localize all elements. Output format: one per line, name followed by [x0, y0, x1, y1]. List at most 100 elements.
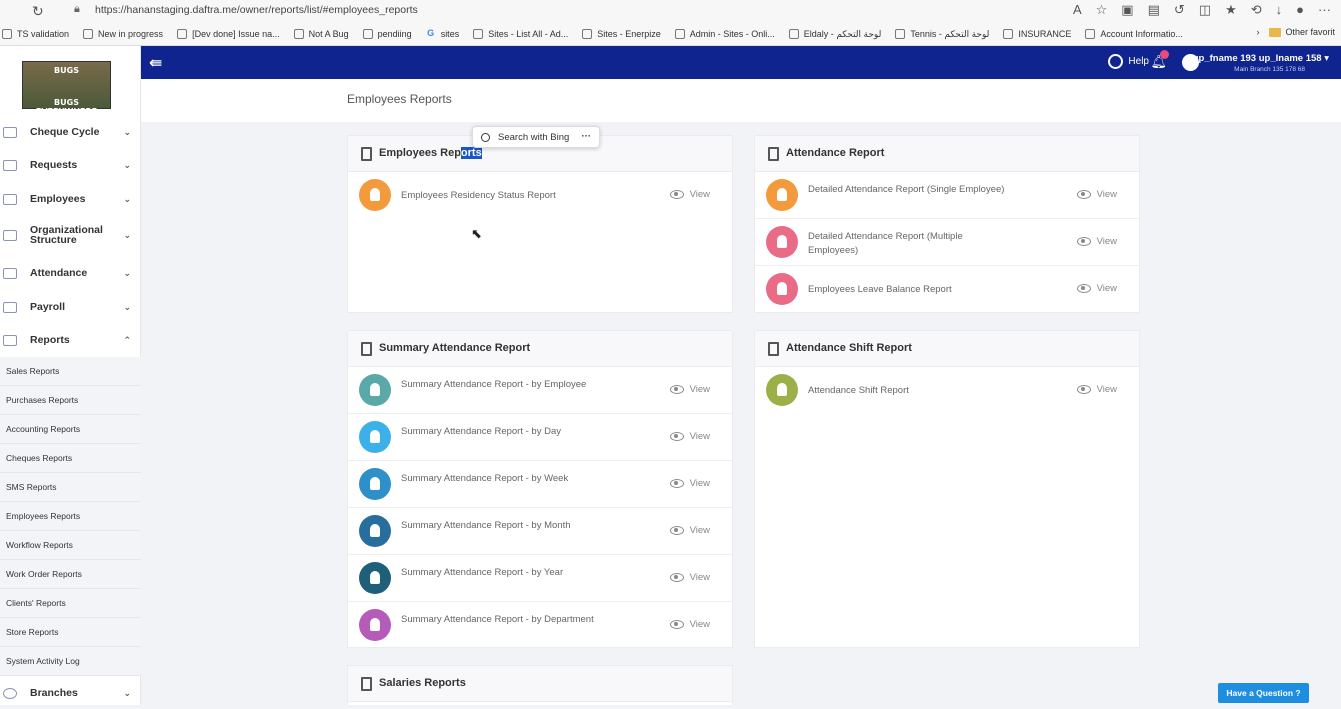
sidebar-subitem-work-order-reports[interactable]: Work Order Reports [0, 560, 141, 589]
google-icon: G [427, 28, 435, 38]
history-icon[interactable]: ⟲ [1251, 2, 1262, 18]
sidebar-item-reports[interactable]: Reports ⌃ [0, 324, 141, 356]
site-icon [1003, 29, 1014, 39]
sidebar-item-cheque-cycle[interactable]: Cheque Cycle ⌄ [0, 116, 141, 148]
mouse-cursor-icon: ⬉ [471, 226, 482, 241]
bookmark[interactable]: INSURANCE [1003, 29, 1071, 39]
bookmark[interactable]: Gsites [426, 28, 459, 40]
view-link[interactable]: View [669, 384, 710, 395]
menu-toggle-icon[interactable]: ⇚ [149, 53, 162, 73]
sidebar-item-organizational-structure[interactable]: Organizational Structure ⌄ [0, 219, 141, 251]
bookmark[interactable]: Tennis - لوحة التحكم [895, 29, 989, 40]
page-icon [674, 29, 685, 39]
app-header: ⇚ Help 🔔︎ up_fname 193 up_lname 158 ▾ Ma… [141, 46, 1341, 79]
bookmark[interactable]: TS validation [2, 29, 69, 39]
chevron-up-icon: ⌃ [123, 334, 131, 345]
url-field[interactable]: https://hananstaging.daftra.me/owner/rep… [95, 4, 418, 16]
report-row[interactable]: Summary Attendance Report - by Day View [348, 414, 732, 461]
extension-icon[interactable]: ▤ [1148, 2, 1160, 18]
report-row[interactable]: Detailed Attendance Report (Multiple Emp… [755, 219, 1139, 266]
help-button[interactable]: Help [1108, 54, 1149, 69]
sidebar-subitem-employees-reports[interactable]: Employees Reports [0, 502, 141, 531]
sidebar-subitem-sms-reports[interactable]: SMS Reports [0, 473, 141, 502]
employees-reports-card: Employees Reports Employees Residency St… [347, 135, 733, 313]
report-row[interactable]: Summary Attendance Report - by Month Vie… [348, 508, 732, 555]
profile-icon[interactable]: ● [1296, 2, 1304, 18]
eye-icon [1076, 385, 1091, 394]
sidebar-subitem-system-activity-log[interactable]: System Activity Log [0, 647, 141, 676]
sidebar-subitem-store-reports[interactable]: Store Reports [0, 618, 141, 647]
view-link[interactable]: View [1076, 236, 1117, 247]
chevron-down-icon: ⌄ [123, 126, 131, 137]
sidebar-subitem-clients-reports[interactable]: Clients' Reports [0, 589, 141, 618]
bookmark[interactable]: Sites - List All - Ad... [473, 29, 568, 39]
favorite-star-icon[interactable]: ☆ [1096, 2, 1108, 18]
site-icon [1085, 29, 1096, 39]
report-row[interactable]: Employees Leave Balance Report View [755, 266, 1139, 313]
report-row[interactable]: Summary Attendance Report - by Departmen… [348, 602, 732, 649]
user-icon [766, 179, 798, 211]
sidebar-item-attendance[interactable]: Attendance ⌄ [0, 257, 141, 289]
sidebar-subitem-cheques-reports[interactable]: Cheques Reports [0, 444, 141, 473]
search-with-bing-popup[interactable]: Search with Bing ··· [472, 126, 600, 148]
cheque-icon [3, 126, 17, 138]
favorites-icon[interactable]: ★ [1225, 2, 1237, 18]
read-aloud-icon[interactable]: A [1073, 2, 1082, 18]
user-menu[interactable]: up_fname 193 up_lname 158 ▾ [1193, 53, 1329, 64]
calendar-day-icon [359, 421, 391, 453]
refresh-extension-icon[interactable]: ↺ [1174, 2, 1185, 18]
download-icon[interactable]: ↓ [1276, 2, 1283, 18]
bookmark[interactable]: Sites - Enerpize [582, 29, 661, 39]
sidebar-item-requests[interactable]: Requests ⌄ [0, 149, 141, 181]
have-a-question-button[interactable]: Have a Question ? [1218, 683, 1309, 703]
sidebar-subitem-sales-reports[interactable]: Sales Reports [0, 357, 141, 386]
sidebar-subitem-workflow-reports[interactable]: Workflow Reports [0, 531, 141, 560]
bookmark[interactable]: New in progress [83, 29, 163, 39]
view-link[interactable]: View [669, 478, 710, 489]
view-link[interactable]: View [669, 525, 710, 536]
bookmark[interactable]: [Dev done] Issue na... [177, 29, 280, 39]
view-link[interactable]: View [1076, 384, 1117, 395]
split-screen-icon[interactable]: ◫ [1199, 2, 1211, 18]
bookmark[interactable]: Admin - Sites - Onli... [674, 29, 775, 39]
view-link[interactable]: View [1076, 189, 1117, 200]
more-options-icon[interactable]: ··· [582, 131, 592, 142]
bookmark[interactable]: Account Informatio... [1085, 29, 1183, 39]
help-icon: ? [1295, 688, 1301, 698]
eye-icon [669, 432, 684, 441]
view-link[interactable]: View [1076, 283, 1117, 294]
view-link[interactable]: View [669, 619, 710, 630]
sidebar-item-branches[interactable]: Branches ⌄ [0, 677, 141, 709]
sidebar-subitem-purchases-reports[interactable]: Purchases Reports [0, 386, 141, 415]
report-row[interactable]: Summary Attendance Report - by Week View [348, 461, 732, 508]
money-icon [3, 301, 17, 313]
page-header-band [141, 79, 1341, 122]
site-icon [895, 29, 906, 39]
bookmark[interactable]: Eldaly - لوحة التحكم [788, 29, 881, 40]
report-row[interactable]: Detailed Attendance Report (Single Emplo… [755, 172, 1139, 219]
bookmark[interactable]: Not A Bug [293, 29, 349, 39]
calendar-week-icon [359, 468, 391, 500]
sidebar-item-payroll[interactable]: Payroll ⌄ [0, 291, 141, 323]
eye-icon [669, 573, 684, 582]
report-row[interactable]: Attendance Shift Report View [755, 367, 1139, 414]
chevron-right-icon[interactable]: › [1256, 27, 1259, 37]
more-menu-icon[interactable]: ··· [1318, 2, 1331, 18]
view-link[interactable]: View [669, 572, 710, 583]
users-icon [3, 193, 17, 205]
reload-icon[interactable]: ↻ [32, 3, 44, 20]
sidebar-subitem-accounting-reports[interactable]: Accounting Reports [0, 415, 141, 444]
extension-icon[interactable]: ▣ [1121, 2, 1133, 18]
report-row[interactable]: Summary Attendance Report - by Year View [348, 555, 732, 602]
bookmark[interactable]: pendiing [362, 29, 412, 39]
sidebar-item-employees[interactable]: Employees ⌄ [0, 183, 141, 215]
search-icon [481, 132, 490, 142]
other-favorites[interactable]: Other favorit [1269, 27, 1335, 38]
card-title: Employees Reports [379, 147, 482, 159]
lock-icon[interactable]: 🔒︎ [74, 3, 80, 16]
view-link[interactable]: View [669, 189, 710, 200]
view-link[interactable]: View [669, 431, 710, 442]
report-row[interactable]: Employees Residency Status Report View [348, 172, 732, 219]
logo[interactable]: BUGS BUGS EVERYWHERE [22, 61, 111, 116]
report-row[interactable]: Summary Attendance Report - by Employee … [348, 367, 732, 414]
